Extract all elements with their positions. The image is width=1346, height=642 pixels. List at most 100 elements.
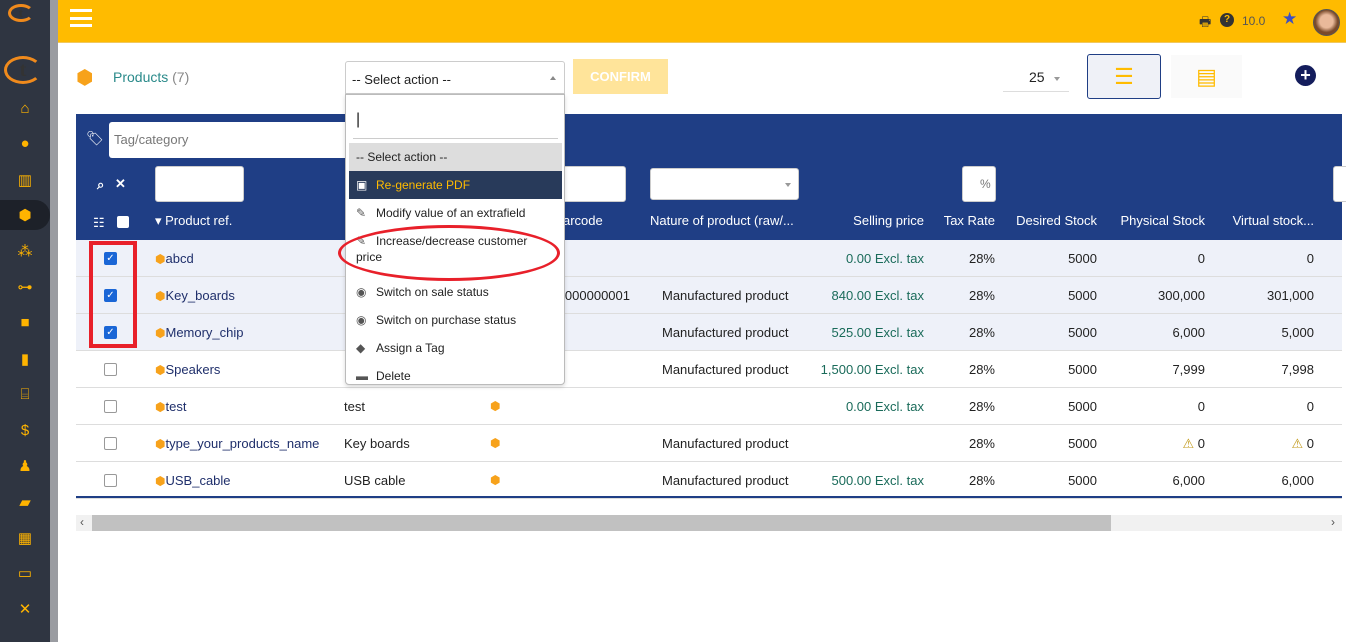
product-icon: ⬢ xyxy=(155,400,166,414)
version-label: 10.0 xyxy=(1242,14,1266,28)
header-nature[interactable]: Nature of product (raw/... xyxy=(650,213,794,228)
action-option[interactable]: ▬ Delete xyxy=(349,362,562,390)
product-icon: ⬢ xyxy=(155,437,166,451)
products-cube-icon: ⬢ xyxy=(76,67,94,89)
building-icon[interactable]: ▥ xyxy=(0,165,50,195)
ref-filter-input[interactable] xyxy=(155,166,244,202)
bank-icon[interactable]: ⌸ xyxy=(0,379,50,409)
selling-price: 0.00 Excl. tax xyxy=(845,399,924,414)
clear-filter-icon[interactable]: ✕ xyxy=(115,176,126,192)
cube-icon[interactable]: ⬢ xyxy=(0,200,50,231)
product-icon: ⬢ xyxy=(155,326,166,340)
product-ref-link[interactable]: abcd xyxy=(165,251,193,266)
product-ref-link[interactable]: Key_boards xyxy=(165,288,234,303)
table-row[interactable]: ⬢type_your_products_name Key boards ⬢ Ma… xyxy=(76,425,1342,462)
action-option[interactable]: ◆ Assign a Tag xyxy=(349,334,562,362)
search-icon[interactable]: ⌕ xyxy=(97,177,104,193)
header-virtual-stock[interactable]: Virtual stock... xyxy=(1214,213,1314,228)
tag-category-filter[interactable]: Tag/category xyxy=(109,122,349,158)
action-select[interactable]: -- Select action -- xyxy=(345,61,565,94)
virtual-stock: 6,000 xyxy=(1281,473,1314,488)
table-row[interactable]: ⬢test test ⬢ 0.00 Excl. tax 28% 5000 0 0 xyxy=(76,388,1342,425)
product-icon: ⬢ xyxy=(155,252,166,266)
header-tax-rate[interactable]: Tax Rate xyxy=(935,213,995,228)
tag-icon: ◆ xyxy=(356,341,366,355)
avatar[interactable] xyxy=(1313,9,1340,36)
scroll-right-icon[interactable]: › xyxy=(1331,515,1335,529)
select-all-checkbox[interactable] xyxy=(117,216,129,228)
nature-filter-select[interactable] xyxy=(650,168,799,200)
table-row[interactable]: ✓ ⬢Memory_chip Manufactured product 525.… xyxy=(76,314,1342,351)
product-ref-link[interactable]: Speakers xyxy=(165,362,220,377)
grid-view-button[interactable]: ▤ xyxy=(1171,55,1242,98)
help-icon[interactable]: ? xyxy=(1220,13,1234,27)
header-barcode[interactable]: arcode xyxy=(563,213,603,228)
list-view-button[interactable]: ☰ xyxy=(1087,54,1161,99)
hierarchy-icon[interactable]: ⊶ xyxy=(0,272,50,302)
menu-toggle-icon[interactable] xyxy=(70,9,92,27)
product-icon: ⬢ xyxy=(155,289,166,303)
confirm-button[interactable]: CONFIRM xyxy=(573,59,668,94)
action-option[interactable]: ✎ Modify value of an extrafield xyxy=(349,199,562,227)
row-checkbox[interactable] xyxy=(104,437,117,450)
action-option[interactable]: ◉ Switch on purchase status xyxy=(349,306,562,334)
per-page-select[interactable]: 25 xyxy=(1003,64,1069,92)
header-selling-price[interactable]: Selling price xyxy=(824,213,924,228)
scroll-left-icon[interactable]: ‹ xyxy=(80,515,84,529)
briefcase-icon[interactable]: ■ xyxy=(0,308,50,338)
tools-icon[interactable]: ✕ xyxy=(0,594,50,624)
product-ref-link[interactable]: type_your_products_name xyxy=(165,436,319,451)
nature: Manufactured product xyxy=(662,288,789,303)
action-option[interactable]: ▣ Re-generate PDF xyxy=(349,171,562,199)
product-ref-link[interactable]: test xyxy=(165,399,186,414)
selling-price: 1,500.00 Excl. tax xyxy=(820,362,924,377)
product-label: USB cable xyxy=(344,473,406,488)
invoice-icon[interactable]: ▮ xyxy=(0,344,50,374)
home-icon[interactable]: ⌂ xyxy=(0,93,50,123)
folder-open-icon[interactable]: ▰ xyxy=(0,487,50,517)
scrollbar-thumb[interactable] xyxy=(92,515,1111,531)
warning-icon: ⚠ xyxy=(1291,436,1304,451)
tax-filter-input[interactable]: % xyxy=(962,166,996,202)
product-ref-link[interactable]: USB_cable xyxy=(165,473,230,488)
product-icon: ⬢ xyxy=(155,474,166,488)
table-row[interactable]: ✓ ⬢abcd 0.00 Excl. tax 28% 5000 0 0 xyxy=(76,240,1342,277)
caret-down-icon xyxy=(1054,77,1060,81)
dropdown-search-input[interactable]: | xyxy=(353,103,558,139)
header-physical-stock[interactable]: Physical Stock xyxy=(1105,213,1205,228)
table-row[interactable]: ✓ ⬢Key_boards 0000000001 Manufactured pr… xyxy=(76,277,1342,314)
tag-icon: 🏷 xyxy=(86,130,104,146)
search-dollar-icon[interactable]: $ xyxy=(0,415,50,445)
barcode-filter-input[interactable] xyxy=(560,166,626,202)
row-checkbox[interactable] xyxy=(104,474,117,487)
tax-rate: 28% xyxy=(968,436,995,451)
tax-rate: 28% xyxy=(968,473,995,488)
product-ref-link[interactable]: Memory_chip xyxy=(165,325,243,340)
action-option[interactable]: ◉ Switch on sale status xyxy=(349,278,562,306)
file-pdf-icon: ▣ xyxy=(356,178,368,192)
extra-filter-input[interactable] xyxy=(1333,166,1346,202)
user-tie-icon[interactable]: ♟ xyxy=(0,451,50,481)
table-row[interactable]: ⬢USB_cable USB cable ⬢ Manufactured prod… xyxy=(76,462,1342,499)
column-list-icon[interactable]: ☷ xyxy=(93,215,105,231)
cubes-icon[interactable]: ⁂ xyxy=(0,236,50,266)
user-icon[interactable]: ● xyxy=(0,129,50,159)
action-option[interactable]: -- Select action -- xyxy=(349,143,562,171)
ticket-icon[interactable]: ▭ xyxy=(0,558,50,588)
header-product-ref[interactable]: ▾ Product ref. xyxy=(155,213,232,229)
star-icon[interactable]: ★ xyxy=(1282,9,1297,29)
calendar-icon[interactable]: ▦ xyxy=(0,523,50,553)
red-highlight-box xyxy=(89,241,137,348)
table-row[interactable]: ⬢Speakers Manufactured product 1,500.00 … xyxy=(76,351,1342,388)
virtual-stock: 0 xyxy=(1306,251,1314,266)
header-desired-stock[interactable]: Desired Stock xyxy=(1007,213,1097,228)
toggle-icon: ◉ xyxy=(356,313,367,327)
row-checkbox[interactable] xyxy=(104,363,117,376)
product-photo-icon: ⬢ xyxy=(490,473,501,487)
sidebar-divider xyxy=(50,0,58,642)
logo: t xyxy=(4,56,42,84)
row-checkbox[interactable] xyxy=(104,400,117,413)
print-icon[interactable]: 🖶 xyxy=(1199,13,1211,35)
physical-stock: 300,000 xyxy=(1158,288,1205,303)
add-product-button[interactable]: + xyxy=(1295,65,1316,86)
